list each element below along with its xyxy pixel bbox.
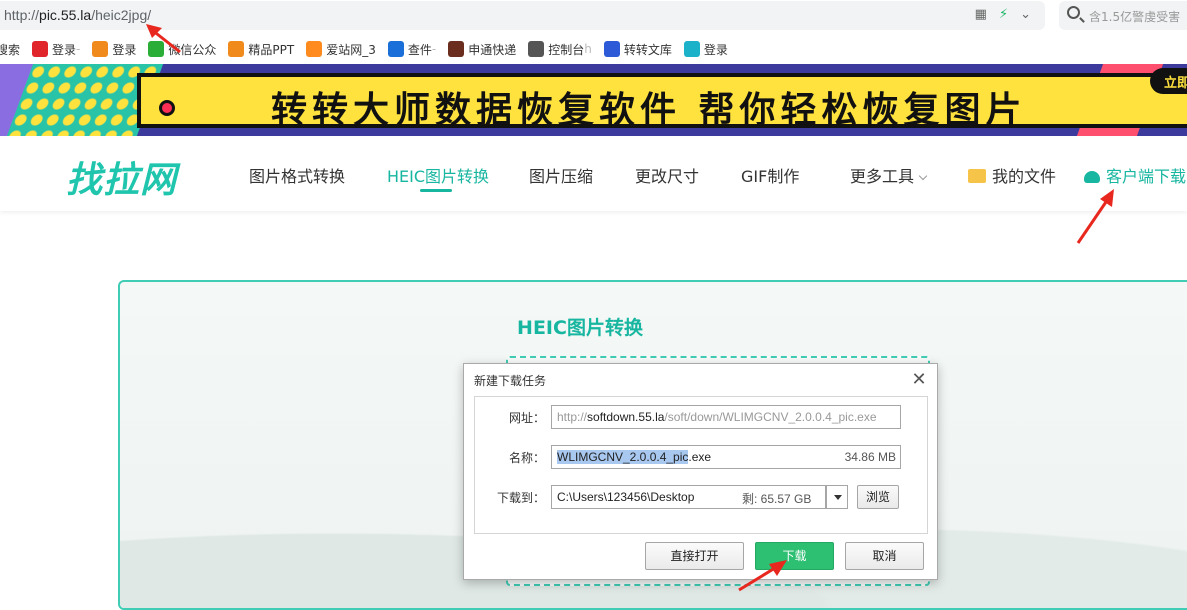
open-directly-button[interactable]: 直接打开	[645, 542, 744, 570]
url-field[interactable]: http://softdown.55.la/soft/down/WLIMGCNV…	[551, 405, 901, 429]
download-button[interactable]: 下载	[755, 542, 834, 570]
qr-code-icon[interactable]: ▦	[975, 7, 987, 22]
browser-toolbar: http://pic.55.la/heic2jpg/ ▦ ⚡ ⌄ 含1.5亿警虔…	[0, 0, 1187, 34]
dialog-title: 新建下载任务	[474, 374, 547, 388]
bookmark-item[interactable]: 爱站网_3	[306, 41, 376, 58]
bookmark-label: 控制台	[548, 42, 585, 57]
nav-resize[interactable]: 更改尺寸	[635, 163, 699, 187]
chevron-down-icon	[918, 171, 928, 181]
z-logo-icon	[603, 41, 620, 57]
bookmark-label: 爱站网_3	[326, 42, 376, 57]
bookmark-label: 转转文库	[623, 42, 672, 57]
dialog-form: 网址： http://softdown.55.la/soft/down/WLIM…	[474, 396, 928, 534]
converter-title: HEIC图片转换	[517, 317, 643, 339]
promo-banner[interactable]: 转转大师数据恢复软件 帮你轻松恢复图片 立即	[0, 64, 1187, 136]
bookmark-item[interactable]: 登录	[683, 41, 728, 58]
save-path-dropdown-button[interactable]	[826, 485, 848, 509]
filename-field[interactable]: WLIMGCNV_2.0.0.4_pic.exe 34.86 MB	[551, 445, 901, 469]
filename-selected-text: WLIMGCNV_2.0.0.4_pic	[557, 450, 689, 464]
bookmark-label: 登录	[112, 42, 137, 57]
search-icon	[1067, 6, 1080, 19]
address-bar-icons: ▦ ⚡ ⌄	[975, 7, 1031, 22]
nav-more-tools-label: 更多工具	[850, 167, 915, 186]
bookmark-item[interactable]: 控制台 h	[528, 41, 592, 58]
file-size: 34.86 MB	[844, 450, 896, 464]
search-placeholder: 含1.5亿警虔受害	[1089, 10, 1181, 24]
circle-logo-icon	[683, 41, 700, 57]
gear-icon	[528, 41, 545, 57]
bookmarks-bar: 搜索 登录 - 登录 微信公众 精品PPT 爱站网_3 查件 - 申通快递 控制台 h 转转文库登…	[0, 36, 1187, 62]
sto-icon	[448, 41, 465, 57]
bookmark-label-overflow: -	[431, 42, 437, 56]
bookmark-label: 微信公众	[168, 42, 217, 57]
close-icon[interactable]: ✕	[910, 370, 928, 388]
nav-gif-maker[interactable]: GIF制作	[741, 163, 799, 187]
bookmark-label: 登录	[52, 42, 77, 57]
bookmark-label: 搜索	[0, 42, 21, 57]
bookmark-item[interactable]: 申通快递	[448, 41, 516, 58]
55-logo-icon	[228, 41, 245, 57]
url-label: 网址：	[508, 411, 545, 425]
browser-search-box[interactable]: 含1.5亿警虔受害	[1059, 1, 1187, 30]
nav-image-format-convert[interactable]: 图片格式转换	[249, 163, 345, 187]
wechat-icon	[148, 41, 165, 57]
name-label: 名称：	[508, 451, 545, 465]
site-logo[interactable]: 找拉网	[66, 151, 177, 203]
nav-heic-convert[interactable]: HEIC图片转换	[387, 163, 489, 187]
aizhan-icon	[306, 41, 323, 57]
bookmark-item[interactable]: 转转文库	[603, 41, 672, 58]
bookmark-item[interactable]: 微信公众	[148, 41, 216, 58]
bookmark-item[interactable]: 搜索	[0, 41, 20, 58]
bookmark-item[interactable]: 登录 -	[32, 41, 80, 58]
nav-my-files[interactable]: 我的文件	[968, 163, 1056, 187]
cloud-download-icon	[1084, 171, 1100, 183]
folder-icon	[968, 169, 986, 183]
lightning-icon[interactable]: ⚡	[999, 7, 1008, 22]
address-text[interactable]: http://pic.55.la/heic2jpg/	[4, 7, 151, 23]
site-header: 找拉网 图片格式转换 HEIC图片转换 图片压缩 更改尺寸 GIF制作 更多工具…	[0, 137, 1187, 211]
nav-active-indicator	[420, 189, 452, 192]
nav-client-download-label: 客户端下载	[1106, 167, 1187, 186]
bookmark-label: 申通快递	[468, 42, 517, 57]
bookmark-item[interactable]: 精品PPT	[228, 41, 294, 58]
bookmark-label: 查件	[407, 42, 432, 57]
address-host: pic.55.la	[39, 7, 92, 23]
bookmark-label: 登录	[703, 42, 728, 57]
bookmark-item[interactable]: 查件 -	[387, 41, 437, 58]
55-logo-icon	[92, 41, 109, 57]
banner-red-dot	[159, 100, 175, 116]
thumb-up-icon	[32, 41, 49, 57]
save-path-text: C:\Users\123456\Desktop	[557, 490, 695, 504]
banner-cta-button[interactable]: 立即	[1150, 68, 1187, 94]
nav-my-files-label: 我的文件	[992, 167, 1057, 186]
cancel-button[interactable]: 取消	[845, 542, 924, 570]
nav-image-compress[interactable]: 图片压缩	[529, 163, 593, 187]
bookmark-item[interactable]: 登录	[92, 41, 136, 58]
nav-more-tools[interactable]: 更多工具	[850, 163, 928, 187]
bookmark-label-overflow: -	[76, 42, 81, 56]
bookmark-label-overflow: h	[584, 42, 592, 56]
zto-icon	[387, 41, 404, 57]
bookmark-label: 精品PPT	[248, 42, 295, 57]
remaining-space: 剩: 65.57 GB	[742, 492, 812, 506]
save-to-label: 下载到：	[496, 491, 545, 505]
filename-extension: .exe	[688, 450, 712, 464]
chevron-down-icon[interactable]: ⌄	[1020, 7, 1031, 22]
address-bar[interactable]: http://pic.55.la/heic2jpg/ ▦ ⚡ ⌄	[0, 1, 1045, 30]
banner-slogan-panel: 转转大师数据恢复软件 帮你轻松恢复图片	[137, 73, 1187, 131]
banner-slogan: 转转大师数据恢复软件 帮你轻松恢复图片	[271, 90, 1027, 131]
new-download-dialog: 新建下载任务 ✕ 网址： http://softdown.55.la/soft/…	[463, 363, 938, 580]
nav-client-download[interactable]: 客户端下载	[1084, 163, 1186, 187]
browse-button[interactable]: 浏览	[857, 485, 899, 509]
save-path-field[interactable]: C:\Users\123456\Desktop 剩: 65.57 GB	[551, 485, 826, 509]
